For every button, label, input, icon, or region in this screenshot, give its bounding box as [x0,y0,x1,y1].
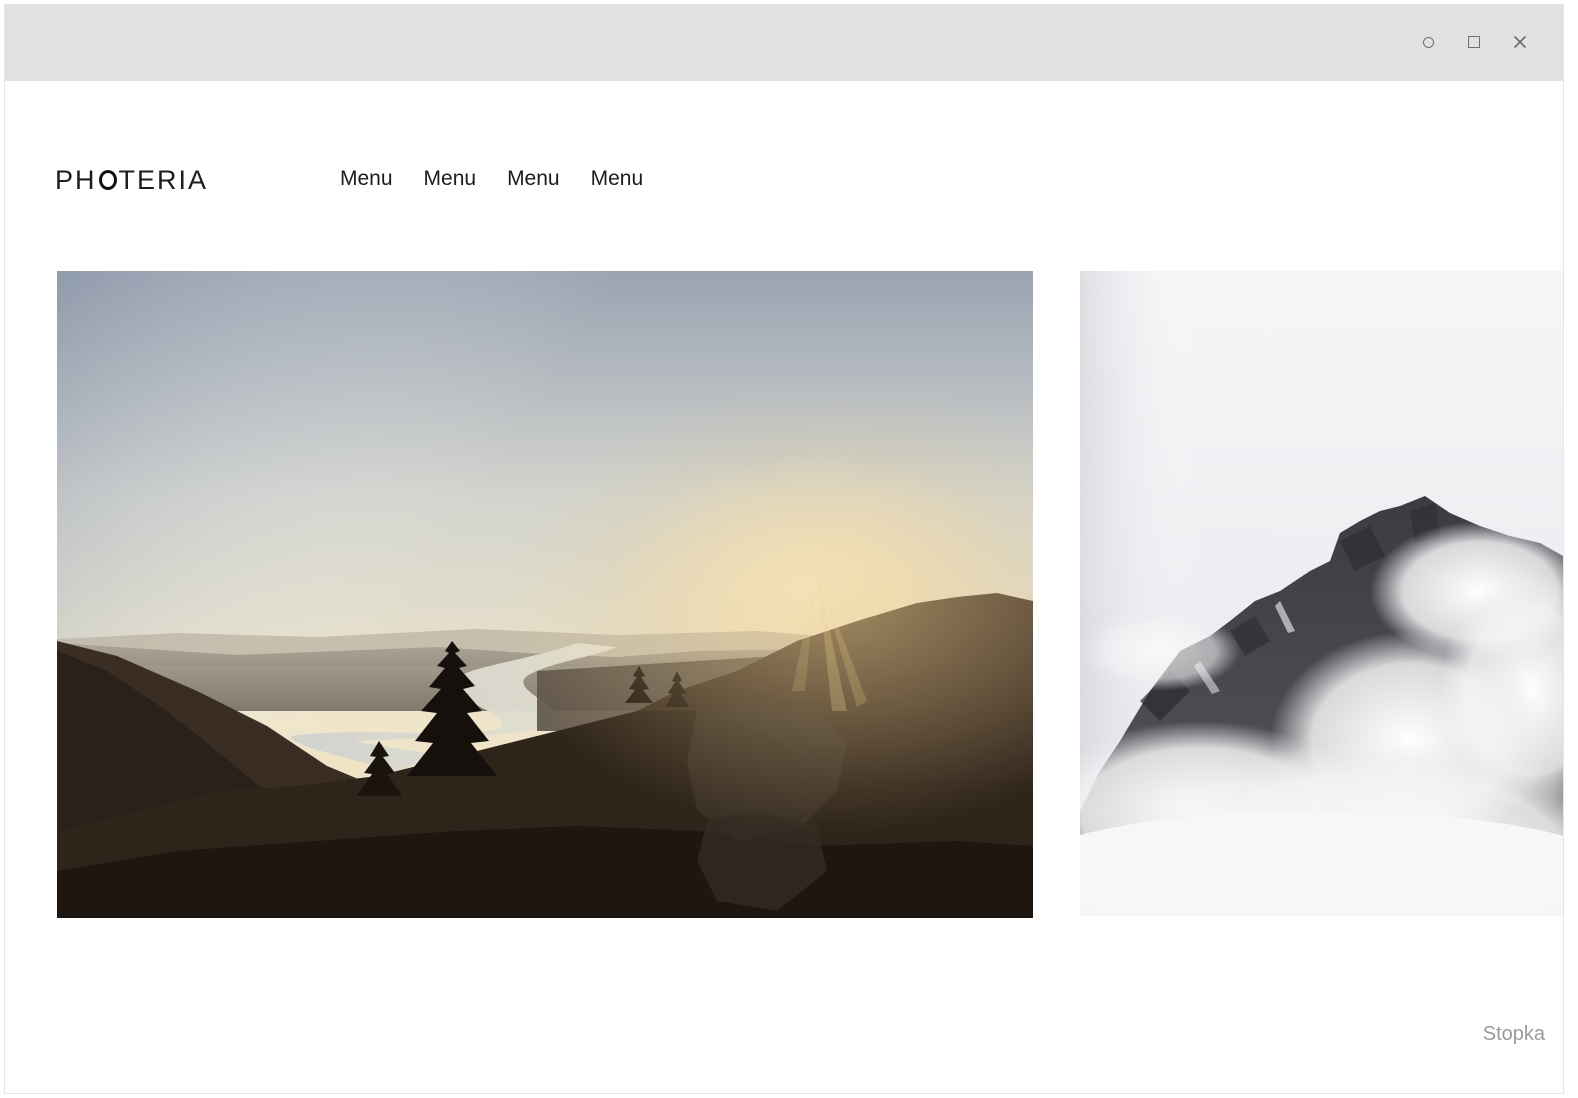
circle-icon [1422,36,1434,48]
square-icon [1468,36,1480,48]
mountain-peak-clouds-photo[interactable] [1080,271,1563,916]
close-button[interactable] [1510,32,1530,52]
minimize-button[interactable] [1418,32,1438,52]
sunset-valley-river-photo[interactable] [57,271,1033,918]
logo-text-start: PH [55,164,97,195]
nav-item-menu-4[interactable]: Menu [591,167,644,191]
title-bar[interactable] [5,5,1563,81]
main-nav: Menu Menu Menu Menu [340,167,674,191]
app-window: PH TERIA Menu Menu Menu Menu Stopka [5,5,1563,1093]
nav-item-menu-1[interactable]: Menu [340,167,393,191]
footer-label[interactable]: Stopka [1483,1023,1545,1046]
logo-text-end: TERIA [118,164,209,195]
nav-item-menu-3[interactable]: Menu [507,167,560,191]
nav-item-menu-2[interactable]: Menu [424,167,477,191]
close-icon [1513,35,1527,49]
logo-o-mark [98,170,117,190]
maximize-button[interactable] [1464,32,1484,52]
site-logo[interactable]: PH TERIA [55,165,208,195]
